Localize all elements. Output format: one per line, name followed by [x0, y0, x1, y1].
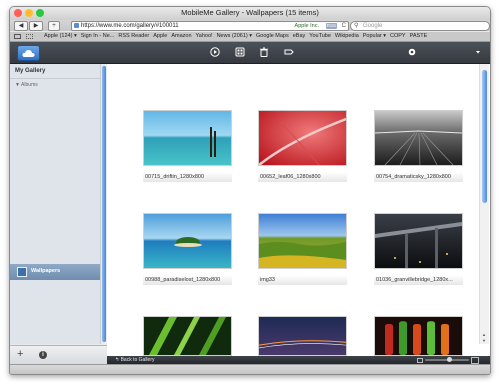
photo-title: 00988_paradiselost_1280x800	[143, 275, 232, 285]
bookmarks-bar: Apple (124) ▾ Sign In - Ne... RSS Reader…	[10, 32, 490, 42]
search-icon: ⚲	[354, 23, 359, 29]
share-tag-icon[interactable]	[284, 47, 294, 57]
small-thumbnail-icon	[417, 358, 423, 363]
bookmark-list: Apple (124) ▾ Sign In - Ne... RSS Reader…	[44, 32, 427, 41]
photo-title: 00652_leaf06_1280x800	[258, 172, 347, 182]
mobileme-cloud-button[interactable]	[17, 45, 40, 61]
sidebar-item-label: Wallpapers	[31, 268, 61, 274]
scroll-thumb[interactable]	[482, 70, 487, 203]
app-toolbar	[10, 42, 490, 64]
bookmark-item[interactable]: COPY	[390, 32, 406, 41]
photo-bridge-night	[374, 213, 463, 269]
photo-green-meadow	[258, 213, 347, 269]
photo-card[interactable]: 00988_paradiselost_1280x800	[143, 213, 232, 285]
album-icon	[17, 267, 27, 277]
status-bar	[10, 364, 490, 374]
address-bar[interactable]: https://www.me.com/gallery/#100011 Apple…	[71, 21, 349, 31]
photo-card[interactable]	[143, 316, 232, 361]
slideshow-play-icon[interactable]	[210, 47, 220, 57]
bookmark-item[interactable]: YouTube	[309, 32, 331, 41]
sidebar-heading[interactable]: My Gallery	[15, 68, 45, 74]
cloud-icon	[22, 50, 35, 57]
bookmark-item[interactable]: Apple (124) ▾	[44, 32, 77, 41]
window-title: MobileMe Gallery - Wallpapers (15 items)	[181, 8, 319, 17]
large-thumbnail-icon	[471, 357, 479, 364]
search-field[interactable]: ⚲ Google	[350, 21, 490, 31]
bookmark-item[interactable]: eBay	[293, 32, 306, 41]
back-button[interactable]: ◀	[14, 21, 28, 31]
photo-ocean-post	[143, 110, 232, 166]
photo-title: 00715_driftin_1280x800	[143, 172, 232, 182]
photo-card[interactable]: 01036_granvillebridge_1280x...	[374, 213, 463, 285]
sidebar-scrollbar[interactable]	[100, 64, 107, 344]
photo-card[interactable]: 00715_driftin_1280x800	[143, 110, 232, 182]
photo-monochrome-field	[374, 110, 463, 166]
bookmark-item[interactable]: Wikipedia	[335, 32, 359, 41]
photo-card[interactable]	[374, 316, 463, 361]
photo-green-bamboo	[143, 316, 232, 356]
certificate-label: Apple Inc.	[294, 23, 319, 29]
url-text: https://www.me.com/gallery/#100011	[81, 23, 179, 29]
bookmark-item[interactable]: RSS Reader	[118, 32, 149, 41]
divider	[10, 78, 105, 79]
reload-button[interactable]: C	[342, 22, 346, 30]
slider-knob[interactable]	[447, 357, 452, 362]
photo-title: 01036_granvillebridge_1280x...	[374, 275, 463, 285]
book-icon[interactable]	[14, 34, 21, 39]
bookmark-item[interactable]: Popular ▾	[363, 32, 386, 41]
scroll-up-arrow[interactable]: ▲	[482, 332, 486, 337]
photo-tropical-island	[143, 213, 232, 269]
title-bar: MobileMe Gallery - Wallpapers (15 items)	[10, 7, 490, 20]
photo-card[interactable]: 00754_dramaticsky_1280x800	[374, 110, 463, 182]
add-album-button[interactable]: +	[17, 348, 23, 360]
back-to-gallery-link[interactable]: ↰ Back to Gallery	[115, 357, 154, 363]
content-scrollbar[interactable]: ▲ ▼	[479, 64, 489, 344]
sidebar: My Gallery ▼ Albums Wallpapers	[10, 64, 107, 344]
rss-button[interactable]: RSS	[325, 23, 337, 29]
scroll-thumb[interactable]	[102, 66, 106, 342]
sidebar-item-wallpapers[interactable]: Wallpapers	[10, 264, 106, 280]
photo-card[interactable]: img33	[258, 213, 347, 285]
photo-neon-bottles	[374, 316, 463, 356]
bookmark-item[interactable]: News (2061) ▾	[217, 32, 252, 41]
photo-grid: 00715_driftin_1280x800 00652_leaf06_1280…	[107, 64, 490, 356]
scroll-down-arrow[interactable]: ▼	[482, 338, 486, 343]
info-button[interactable]: i	[39, 351, 47, 359]
albums-disclosure[interactable]: ▼ Albums	[15, 82, 38, 88]
bookmark-item[interactable]: PASTE	[410, 32, 428, 41]
site-icon	[74, 23, 79, 28]
photo-title: img33	[258, 275, 347, 285]
photo-red-leaf	[258, 110, 347, 166]
view-mode-icon[interactable]	[235, 47, 245, 57]
photo-title: 00754_dramaticsky_1280x800	[374, 172, 463, 182]
grid-icon[interactable]	[26, 34, 33, 39]
photo-card[interactable]: 00652_leaf06_1280x800	[258, 110, 347, 182]
photo-card[interactable]	[258, 316, 347, 361]
bookmark-item[interactable]: Apple	[153, 32, 167, 41]
bookmark-item[interactable]: Google Maps	[256, 32, 289, 41]
browser-window: MobileMe Gallery - Wallpapers (15 items)…	[9, 6, 491, 375]
gallery-footer: ↰ Back to Gallery	[107, 356, 490, 364]
search-placeholder: Google	[363, 23, 383, 29]
bookmark-item[interactable]: Sign In - Ne...	[81, 32, 115, 41]
photo-city-lights	[258, 316, 347, 356]
zoom-slider[interactable]	[417, 357, 479, 364]
bookmark-item[interactable]: Amazon	[171, 32, 191, 41]
sidebar-footer: + i	[10, 345, 107, 365]
trash-icon[interactable]	[259, 47, 269, 57]
browser-toolbar: ◀ ▶ + https://www.me.com/gallery/#100011…	[10, 20, 490, 31]
gear-icon[interactable]	[407, 47, 417, 57]
forward-button[interactable]: ▶	[29, 21, 43, 31]
chevron-down-icon[interactable]	[473, 47, 483, 57]
bookmark-item[interactable]: Yahoo!	[196, 32, 213, 41]
add-bookmark-button[interactable]: +	[48, 21, 60, 31]
